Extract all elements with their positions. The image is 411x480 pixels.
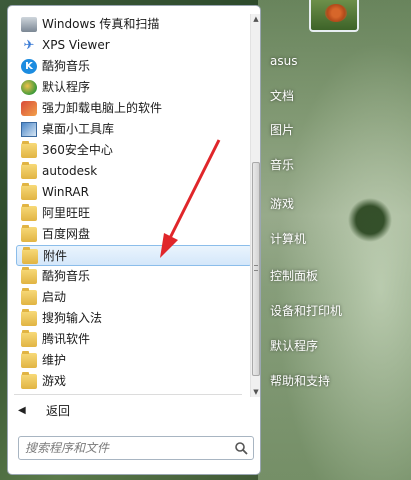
folder-icon — [21, 204, 37, 221]
uninstall-icon — [21, 101, 37, 116]
folder-icon — [21, 267, 37, 284]
folder-icon — [21, 141, 37, 158]
folder-icon — [21, 309, 37, 326]
program-list: Windows 传真和扫描 ✈ XPS Viewer K 酷狗音乐 默认程序 强力卸… — [16, 14, 252, 392]
program-item-default-programs[interactable]: 默认程序 — [16, 77, 252, 98]
kugou-icon: K — [21, 59, 37, 74]
folder-item-kugou[interactable]: 酷狗音乐 — [16, 266, 252, 287]
folder-item-aliwangwang[interactable]: 阿里旺旺 — [16, 203, 252, 224]
folder-item-360[interactable]: 360安全中心 — [16, 140, 252, 161]
folder-icon — [21, 288, 37, 305]
program-label: XPS Viewer — [42, 38, 110, 52]
right-item-pictures[interactable]: 图片 — [270, 119, 294, 141]
back-button[interactable]: ◀ 返回 — [14, 400, 234, 422]
program-item-fax-scan[interactable]: Windows 传真和扫描 — [16, 14, 252, 35]
right-item-control-panel[interactable]: 控制面板 — [270, 265, 318, 287]
scroll-down-icon[interactable]: ▼ — [252, 387, 260, 397]
right-item-devices-printers[interactable]: 设备和打印机 — [270, 300, 342, 322]
folder-item-games[interactable]: 游戏 — [16, 371, 252, 392]
back-label: 返回 — [46, 404, 71, 418]
folder-label: 阿里旺旺 — [42, 206, 91, 220]
right-item-documents[interactable]: 文档 — [270, 85, 294, 107]
folder-icon — [21, 330, 37, 347]
back-arrow-icon: ◀ — [18, 405, 26, 416]
folder-icon — [21, 225, 37, 242]
program-label: 强力卸载电脑上的软件 — [42, 101, 163, 115]
folder-label: 百度网盘 — [42, 227, 91, 241]
search-box[interactable] — [18, 436, 254, 460]
scroll-up-icon[interactable]: ▲ — [252, 14, 260, 24]
right-item-help-support[interactable]: 帮助和支持 — [270, 370, 330, 392]
folder-item-baidu-netdisk[interactable]: 百度网盘 — [16, 224, 252, 245]
program-label: Windows 传真和扫描 — [42, 17, 160, 31]
folder-label: 360安全中心 — [42, 143, 113, 157]
grip-icon — [254, 265, 258, 271]
folder-item-startup[interactable]: 启动 — [16, 287, 252, 308]
search-input[interactable] — [25, 439, 221, 457]
folder-label: 维护 — [42, 353, 67, 367]
right-item-user[interactable]: asus — [270, 50, 297, 72]
program-label: 酷狗音乐 — [42, 59, 91, 73]
folder-label: 搜狗输入法 — [42, 311, 103, 325]
folder-icon — [21, 162, 37, 179]
user-avatar[interactable] — [309, 0, 359, 32]
folder-icon — [21, 351, 37, 368]
program-list-scrollbar[interactable]: ▲ ▼ — [250, 14, 260, 397]
folder-label: 附件 — [43, 249, 68, 263]
program-item-uninstaller[interactable]: 强力卸载电脑上的软件 — [16, 98, 252, 119]
scroll-thumb[interactable] — [252, 162, 260, 376]
right-item-games[interactable]: 游戏 — [270, 193, 294, 215]
xps-icon: ✈ — [23, 38, 35, 53]
folder-icon — [21, 372, 37, 389]
folder-label: 启动 — [42, 290, 67, 304]
right-item-default-programs[interactable]: 默认程序 — [270, 335, 318, 357]
folder-label: 游戏 — [42, 374, 67, 388]
folder-label: autodesk — [42, 164, 98, 178]
program-item-gadgets[interactable]: 桌面小工具库 — [16, 119, 252, 140]
folder-item-autodesk[interactable]: autodesk — [16, 161, 252, 182]
program-label: 桌面小工具库 — [42, 122, 115, 136]
scanner-icon — [21, 17, 37, 32]
folder-item-accessories[interactable]: 附件 — [16, 245, 252, 266]
program-label: 默认程序 — [42, 80, 91, 94]
gadget-icon — [21, 122, 37, 137]
folder-icon — [22, 247, 38, 264]
search-icon[interactable] — [234, 441, 248, 455]
folder-item-tencent[interactable]: 腾讯软件 — [16, 329, 252, 350]
default-programs-icon — [21, 80, 37, 95]
folder-item-winrar[interactable]: WinRAR — [16, 182, 252, 203]
folder-item-maintenance[interactable]: 维护 — [16, 350, 252, 371]
folder-label: 腾讯软件 — [42, 332, 91, 346]
folder-label: WinRAR — [42, 185, 89, 199]
program-item-xps-viewer[interactable]: ✈ XPS Viewer — [16, 35, 252, 56]
folder-item-sogou-input[interactable]: 搜狗输入法 — [16, 308, 252, 329]
right-item-computer[interactable]: 计算机 — [270, 228, 306, 250]
folder-icon — [21, 183, 37, 200]
divider — [14, 394, 242, 395]
program-item-kugou[interactable]: K 酷狗音乐 — [16, 56, 252, 77]
right-item-music[interactable]: 音乐 — [270, 154, 294, 176]
flower-picture-icon — [325, 4, 347, 22]
folder-label: 酷狗音乐 — [42, 269, 91, 283]
